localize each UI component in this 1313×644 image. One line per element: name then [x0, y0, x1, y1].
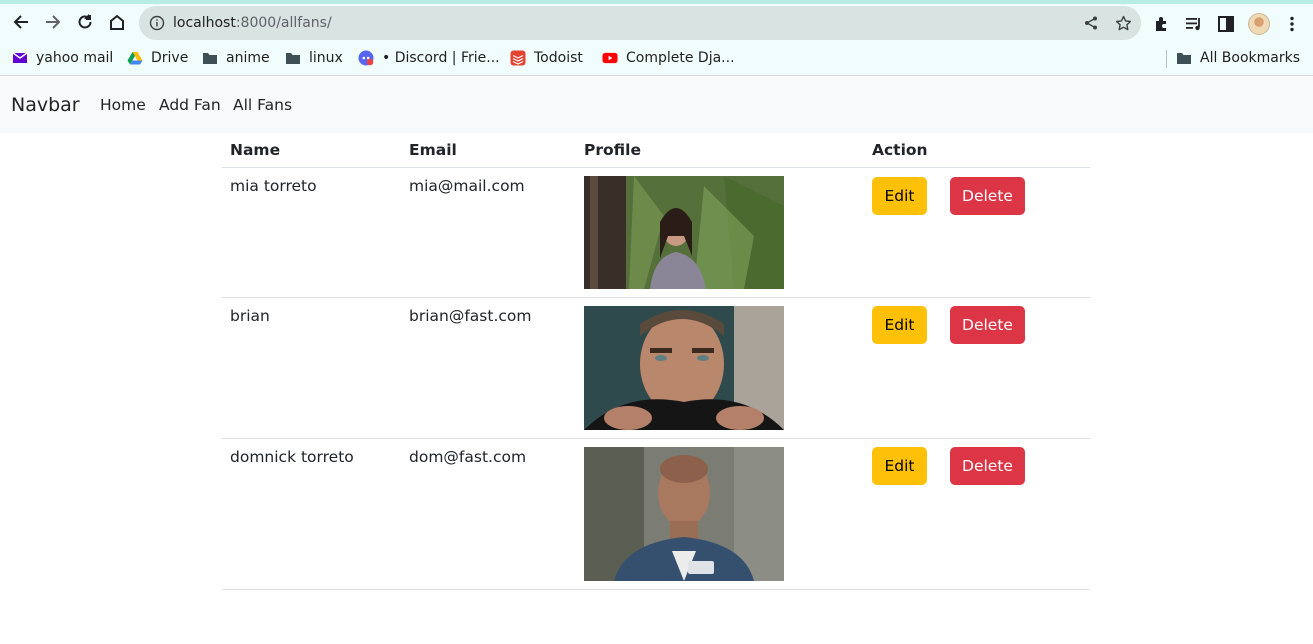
navbar-brand[interactable]: Navbar — [11, 77, 80, 133]
fan-email: mia@mail.com — [409, 177, 525, 195]
extensions-icon[interactable] — [1152, 14, 1172, 34]
all-bookmarks-label: All Bookmarks — [1200, 50, 1301, 66]
fan-name: mia torreto — [230, 177, 317, 195]
bookmark-label: • Discord | Frie... — [382, 50, 500, 66]
bookmarks-separator — [1166, 50, 1167, 68]
bookmark-yahoo-mail[interactable]: yahoo mail — [12, 41, 113, 75]
share-icon[interactable] — [1082, 14, 1100, 32]
folder-icon — [202, 50, 218, 66]
bookmark-discord[interactable]: • Discord | Frie... — [358, 41, 500, 75]
bookmark-complete-django[interactable]: Complete Dja... — [602, 41, 735, 75]
edit-button[interactable]: Edit — [872, 306, 927, 344]
todoist-icon — [510, 50, 526, 66]
table-row: domnick torreto dom@fast.com Edit Delete — [222, 439, 1090, 590]
column-header-email: Email — [409, 141, 457, 159]
mail-icon — [12, 50, 28, 66]
edit-button[interactable]: Edit — [872, 177, 927, 215]
bookmark-label: Drive — [151, 50, 189, 66]
discord-icon — [358, 50, 374, 66]
youtube-icon — [602, 50, 618, 66]
bookmark-drive[interactable]: Drive — [127, 41, 188, 75]
folder-icon — [1176, 50, 1192, 66]
nav-link-all-fans[interactable]: All Fans — [233, 77, 292, 133]
bookmark-label: yahoo mail — [36, 50, 114, 66]
drive-icon — [127, 50, 143, 66]
media-queue-icon[interactable] — [1184, 14, 1204, 34]
bookmark-label: anime — [226, 50, 270, 66]
url-host: localhost — [173, 15, 236, 31]
home-icon[interactable] — [105, 10, 129, 34]
bookmark-label: Complete Dja... — [626, 50, 735, 66]
edit-button[interactable]: Edit — [872, 447, 927, 485]
fan-name: domnick torreto — [230, 448, 354, 466]
fan-email: dom@fast.com — [409, 448, 527, 466]
star-icon[interactable] — [1114, 14, 1132, 32]
url-text: localhost:8000/allfans/ — [173, 6, 332, 40]
folder-icon — [285, 50, 301, 66]
forward-icon[interactable] — [41, 10, 65, 34]
app-root: localhost:8000/allfans/ yahoo mail Drive… — [0, 0, 1313, 644]
profile-photo — [584, 306, 784, 430]
browser-toolbar: localhost:8000/allfans/ — [0, 4, 1313, 41]
reload-icon[interactable] — [73, 10, 97, 34]
profile-photo — [584, 447, 784, 581]
side-panel-icon[interactable] — [1216, 14, 1236, 34]
delete-button[interactable]: Delete — [950, 177, 1025, 215]
bookmark-label: Todoist — [534, 50, 583, 66]
bookmark-linux[interactable]: linux — [285, 41, 343, 75]
back-icon[interactable] — [9, 10, 33, 34]
profile-avatar[interactable] — [1248, 13, 1270, 35]
bookmark-anime[interactable]: anime — [202, 41, 270, 75]
address-bar[interactable]: localhost:8000/allfans/ — [139, 6, 1141, 40]
menu-kebab-icon[interactable] — [1282, 14, 1302, 34]
all-bookmarks-button[interactable]: All Bookmarks — [1176, 41, 1300, 75]
nav-link-home[interactable]: Home — [100, 77, 146, 133]
row-divider — [222, 589, 1090, 590]
url-path: :8000/allfans/ — [235, 15, 332, 31]
table-row: mia torreto mia@mail.com Edit Delete — [222, 168, 1090, 298]
delete-button[interactable]: Delete — [950, 306, 1025, 344]
fan-name: brian — [230, 307, 270, 325]
column-header-profile: Profile — [584, 141, 641, 159]
delete-button[interactable]: Delete — [950, 447, 1025, 485]
fan-email: brian@fast.com — [409, 307, 532, 325]
site-info-icon[interactable] — [149, 15, 165, 31]
site-navbar: Navbar Home Add Fan All Fans — [0, 77, 1313, 133]
column-header-action: Action — [872, 141, 928, 159]
bookmark-label: linux — [309, 50, 343, 66]
table-row: brian brian@fast.com Edit Delete — [222, 298, 1090, 439]
bookmarks-bar: yahoo mail Drive anime linux • Discord |… — [0, 41, 1313, 76]
nav-link-add-fan[interactable]: Add Fan — [159, 77, 221, 133]
profile-photo — [584, 176, 784, 289]
bookmark-todoist[interactable]: Todoist — [510, 41, 583, 75]
column-header-name: Name — [230, 141, 281, 159]
